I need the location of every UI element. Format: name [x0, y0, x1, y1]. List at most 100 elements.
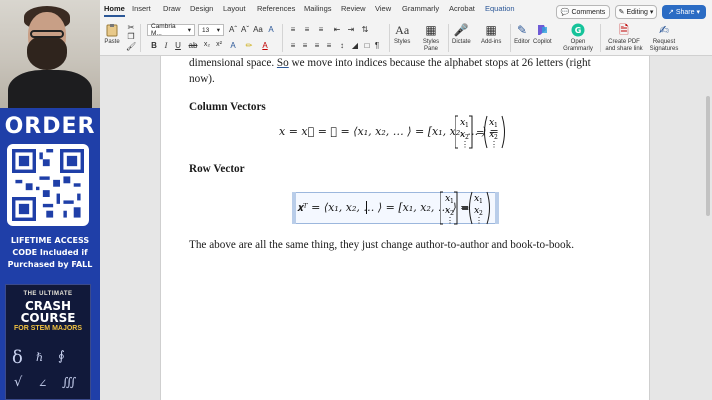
access-line-2: CODE Included if: [12, 248, 88, 257]
tab-layout[interactable]: Layout: [223, 4, 246, 13]
underline-button[interactable]: U: [173, 41, 183, 50]
superscript-button[interactable]: x²: [214, 41, 224, 48]
editor-icon: ✎: [516, 22, 528, 37]
comment-icon: 💬: [560, 9, 570, 16]
justify-icon[interactable]: ≡: [324, 41, 334, 50]
svg-text:⋮: ⋮: [475, 216, 483, 225]
separator: [600, 24, 601, 52]
multilevel-list-icon[interactable]: ≡: [316, 25, 326, 34]
tab-draw[interactable]: Draw: [163, 4, 181, 13]
svg-text:1: 1: [494, 122, 498, 129]
bold-button[interactable]: B: [149, 41, 159, 50]
align-center-icon[interactable]: ≡: [300, 41, 310, 50]
row-matrix-graphic: x1 x2 ⋮ = x1 x2 ⋮: [440, 191, 490, 225]
line-spacing-icon[interactable]: ↕: [337, 41, 347, 50]
signature-icon: ✍: [658, 22, 670, 37]
svg-text:⋮: ⋮: [446, 216, 454, 225]
microphone-icon: 🎤: [453, 22, 469, 37]
tab-design[interactable]: Design: [190, 4, 213, 13]
separator: [510, 24, 511, 52]
closing-paragraph[interactable]: The above are all the same thing, they j…: [189, 239, 574, 251]
tab-insert[interactable]: Insert: [132, 4, 151, 13]
cut-icon[interactable]: ✂: [126, 23, 136, 32]
vertical-scrollbar[interactable]: [706, 96, 710, 216]
svg-text:⋮: ⋮: [490, 140, 498, 149]
tab-equation[interactable]: Equation: [485, 4, 515, 13]
copilot-button[interactable]: Copilot: [533, 22, 552, 46]
triple-integral-glyph: ∭: [62, 375, 77, 389]
bullets-icon[interactable]: ≡: [288, 25, 298, 34]
qr-code[interactable]: [7, 144, 89, 226]
selection-handle-left[interactable]: [292, 192, 296, 224]
styles-pane-button[interactable]: ▦ Styles Pane: [418, 22, 444, 52]
highlight-icon[interactable]: ✏: [244, 41, 254, 50]
heading-column-vectors[interactable]: Column Vectors: [189, 101, 266, 113]
svg-text:1: 1: [450, 198, 454, 205]
share-button[interactable]: ↗ Share ▾: [662, 5, 706, 19]
styles-pane-label: Styles Pane: [422, 39, 440, 52]
addins-icon: ▦: [485, 22, 497, 37]
clear-format-icon[interactable]: A: [266, 25, 276, 34]
addins-button[interactable]: ▦ Add-ins: [481, 22, 501, 46]
align-left-icon[interactable]: ≡: [288, 41, 298, 50]
editing-mode-button[interactable]: ✎ Editing ▾: [615, 5, 657, 19]
copilot-icon: [534, 22, 550, 38]
tab-acrobat[interactable]: Acrobat: [449, 4, 475, 13]
font-size-value: 13: [202, 26, 210, 34]
access-code-note: LIFETIME ACCESS CODE Included if Purchas…: [2, 235, 98, 271]
format-painter-icon[interactable]: 🖌: [126, 42, 136, 51]
paragraph-line-1[interactable]: dimensional space. So we move into indic…: [189, 57, 591, 69]
pdf-icon: 🗎: [619, 22, 629, 37]
tab-mailings[interactable]: Mailings: [304, 4, 332, 13]
tab-references[interactable]: References: [257, 4, 295, 13]
font-size-select[interactable]: 13 ▾: [198, 24, 224, 36]
ribbon-tabs: Home Insert Draw Design Layout Reference…: [100, 0, 712, 20]
size-chevron-icon: ▾: [216, 27, 220, 34]
decrease-indent-icon[interactable]: ⇤: [332, 25, 342, 34]
sort-icon[interactable]: ⇅: [360, 25, 370, 34]
ribbon-toolbar: Paste ✂ ❐ 🖌 Cambria M... ▾ 13 ▾ Aˆ Aˇ Aa…: [100, 20, 712, 56]
heading-row-vector[interactable]: Row Vector: [189, 163, 245, 175]
share-chevron-icon: ▾: [696, 9, 701, 16]
tab-view[interactable]: View: [375, 4, 391, 13]
increase-indent-icon[interactable]: ⇥: [346, 25, 356, 34]
create-pdf-button[interactable]: 🗎 Create PDF and share link: [604, 22, 644, 52]
tab-review[interactable]: Review: [341, 4, 366, 13]
change-case-icon[interactable]: Aa: [253, 25, 263, 34]
request-signatures-button[interactable]: ✍ Request Signatures: [646, 22, 682, 52]
styles-gallery-button[interactable]: A​a Styles: [394, 22, 410, 46]
para1-pre: dimensional space.: [189, 57, 277, 69]
comments-button[interactable]: 💬 Comments: [556, 5, 610, 19]
font-chevron-icon: ▾: [187, 27, 191, 34]
editor-button[interactable]: ✎ Editor: [514, 22, 530, 46]
copy-icon[interactable]: ❐: [126, 32, 136, 41]
paragraph-line-2[interactable]: now).: [189, 73, 215, 85]
shrink-font-icon[interactable]: Aˇ: [240, 25, 250, 34]
text-effects-icon[interactable]: A: [228, 41, 238, 50]
tab-grammarly[interactable]: Grammarly: [402, 4, 439, 13]
shading-icon[interactable]: ◢: [350, 41, 360, 50]
italic-button[interactable]: I: [161, 41, 171, 50]
font-color-icon[interactable]: A: [260, 41, 270, 50]
paste-button[interactable]: Paste: [104, 22, 120, 46]
borders-icon[interactable]: □: [362, 41, 372, 50]
comments-label: Comments: [571, 8, 606, 16]
document-canvas[interactable]: dimensional space. So we move into indic…: [100, 56, 712, 400]
subscript-button[interactable]: x₂: [202, 41, 212, 48]
open-grammarly-button[interactable]: G Open Grammarly: [562, 22, 594, 52]
font-name-select[interactable]: Cambria M... ▾: [147, 23, 195, 37]
svg-text:1: 1: [465, 122, 469, 129]
styles-pane-icon: ▦: [425, 22, 437, 37]
numbering-icon[interactable]: ≡: [302, 25, 312, 34]
clipboard-icon: [104, 22, 120, 38]
document-page[interactable]: dimensional space. So we move into indic…: [160, 56, 650, 400]
show-marks-icon[interactable]: ¶: [372, 41, 382, 50]
dictate-button[interactable]: 🎤 Dictate: [452, 22, 471, 46]
align-right-icon[interactable]: ≡: [312, 41, 322, 50]
editing-label: Editing: [626, 8, 648, 16]
tab-home[interactable]: Home: [104, 4, 125, 17]
grow-font-icon[interactable]: Aˆ: [228, 25, 238, 34]
strikethrough-button[interactable]: ab: [188, 41, 198, 50]
share-label: Share: [675, 8, 695, 16]
grammarly-label: Open Grammarly: [563, 39, 593, 52]
